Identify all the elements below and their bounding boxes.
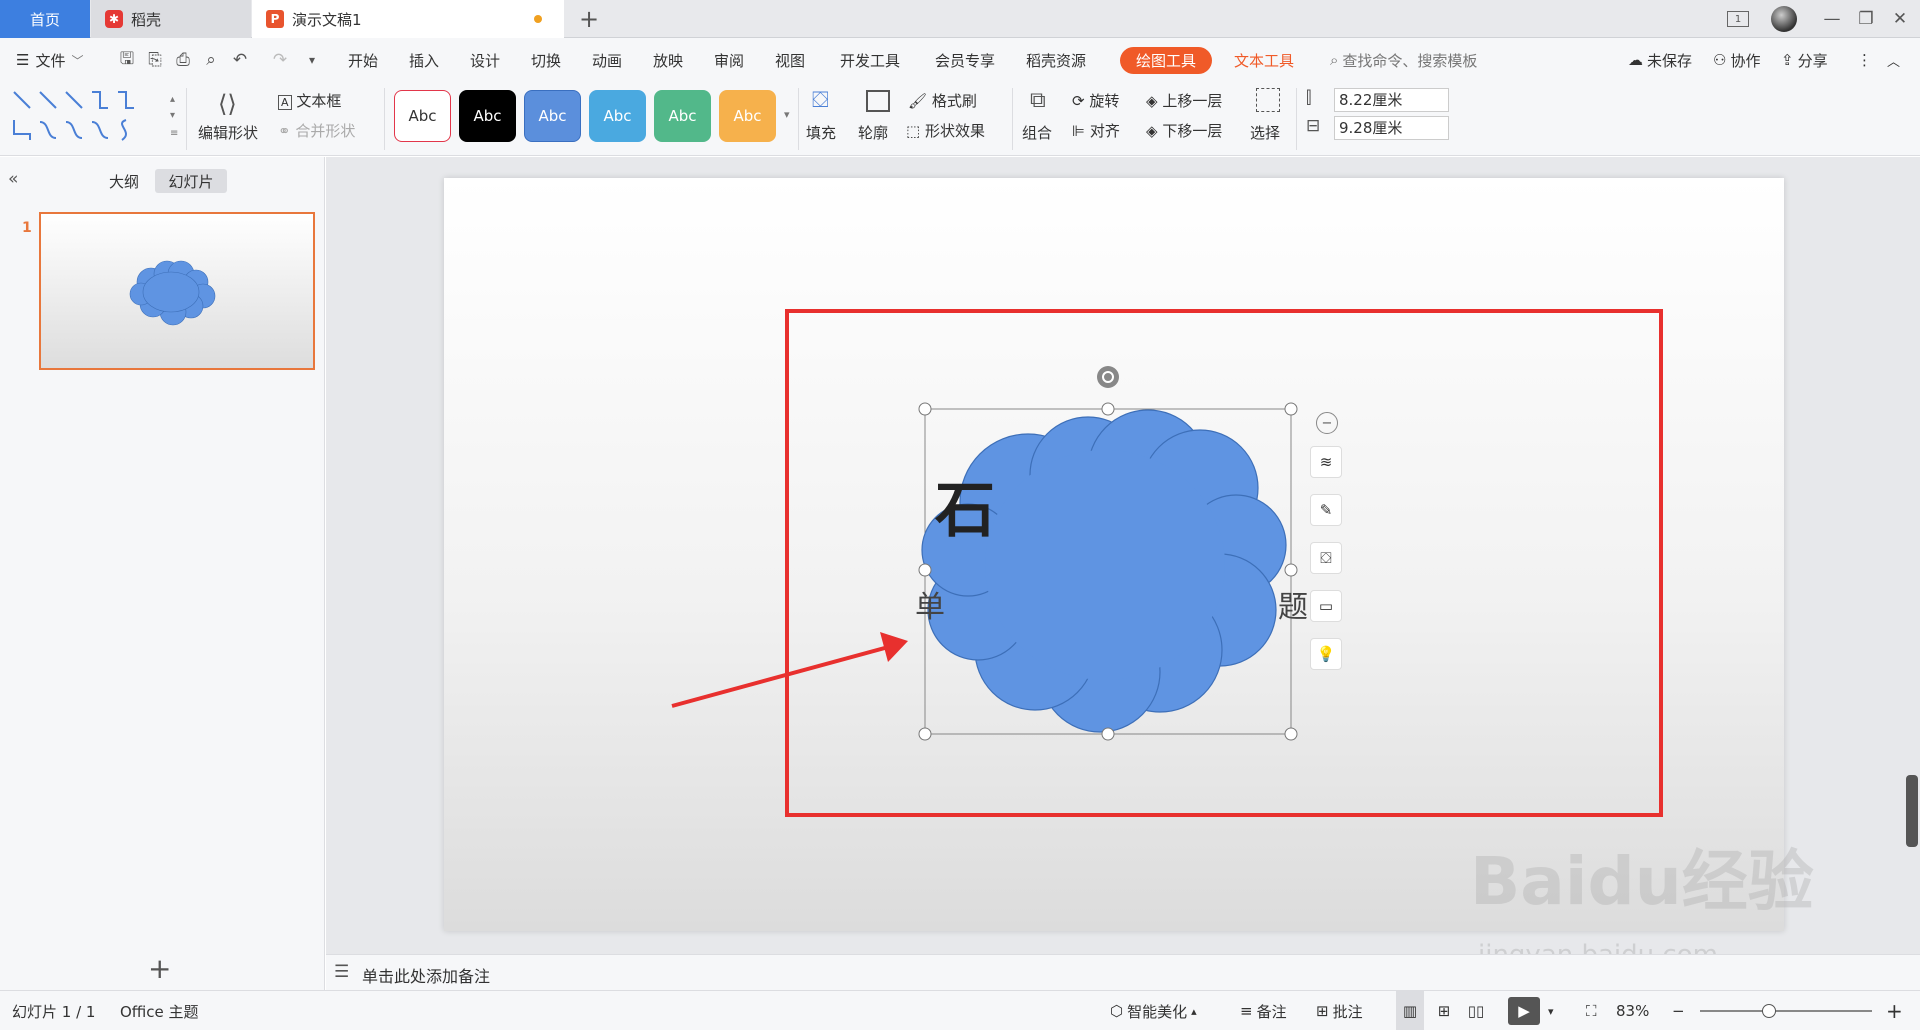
notes-bar[interactable]: ☰ 单击此处添加备注	[326, 954, 1920, 990]
slide-sorter-icon[interactable]: ⊞	[1430, 991, 1458, 1030]
status-bar: 幻灯片 1 / 1 Office 主题 ⬡ 智能美化 ▴ ≡ 备注 ⊞ 批注 ▥…	[0, 990, 1920, 1030]
play-slideshow-icon[interactable]: ▶	[1508, 997, 1540, 1025]
zoom-out-icon[interactable]: −	[1672, 991, 1685, 1030]
beautify-icon: ⬡	[1110, 1002, 1124, 1020]
vertical-scrollbar-thumb[interactable]	[1906, 775, 1918, 847]
notes-placeholder: 单击此处添加备注	[362, 967, 491, 986]
collapse-float-toolbar-icon[interactable]: −	[1316, 412, 1338, 434]
idea-bulb-icon[interactable]: 💡	[1310, 638, 1342, 670]
watermark-brand: Baidu经验	[1470, 843, 1814, 920]
pen-icon[interactable]: ✎	[1310, 494, 1342, 526]
notes-toggle-button[interactable]: ≡ 备注	[1240, 991, 1287, 1030]
comment-icon: ⊞	[1316, 1002, 1329, 1020]
chevron-up-icon: ▴	[1191, 1004, 1197, 1018]
comments-button[interactable]: ⊞ 批注	[1316, 991, 1363, 1030]
smart-beautify-label: 智能美化	[1127, 1002, 1188, 1021]
reading-view-icon[interactable]: ▯▯	[1462, 991, 1490, 1030]
slide-subtitle-right: 题	[1278, 590, 1308, 625]
notes-icon: ☰	[334, 962, 350, 982]
slide-title-partial: 石	[935, 476, 995, 546]
outline-frame-icon[interactable]: ▭	[1310, 590, 1342, 622]
notes-toggle-icon: ≡	[1240, 1002, 1253, 1020]
rotate-handle-icon[interactable]	[1097, 366, 1119, 388]
notes-toggle-label: 备注	[1256, 1002, 1287, 1021]
layers-icon[interactable]: ≋	[1310, 446, 1342, 478]
play-options-icon[interactable]: ▾	[1548, 991, 1554, 1030]
slide-count: 幻灯片 1 / 1	[12, 1002, 96, 1021]
normal-view-icon[interactable]: ▥	[1396, 991, 1424, 1030]
zoom-level[interactable]: 83%	[1616, 991, 1649, 1030]
zoom-in-icon[interactable]: +	[1886, 991, 1903, 1030]
zoom-slider-thumb[interactable]	[1762, 1004, 1776, 1018]
cloud-shape[interactable]	[921, 409, 1287, 733]
zoom-slider-track[interactable]	[1700, 1010, 1872, 1012]
theme-name[interactable]: Office 主题	[120, 991, 199, 1030]
annotation-arrow	[671, 632, 908, 708]
comments-label: 批注	[1332, 1002, 1363, 1021]
smart-beautify-button[interactable]: ⬡ 智能美化 ▴	[1110, 991, 1197, 1030]
fit-window-icon[interactable]: ⛶	[1586, 991, 1597, 1030]
slide-subtitle-left: 单	[915, 590, 945, 625]
fill-icon[interactable]: ⛋	[1310, 542, 1342, 574]
